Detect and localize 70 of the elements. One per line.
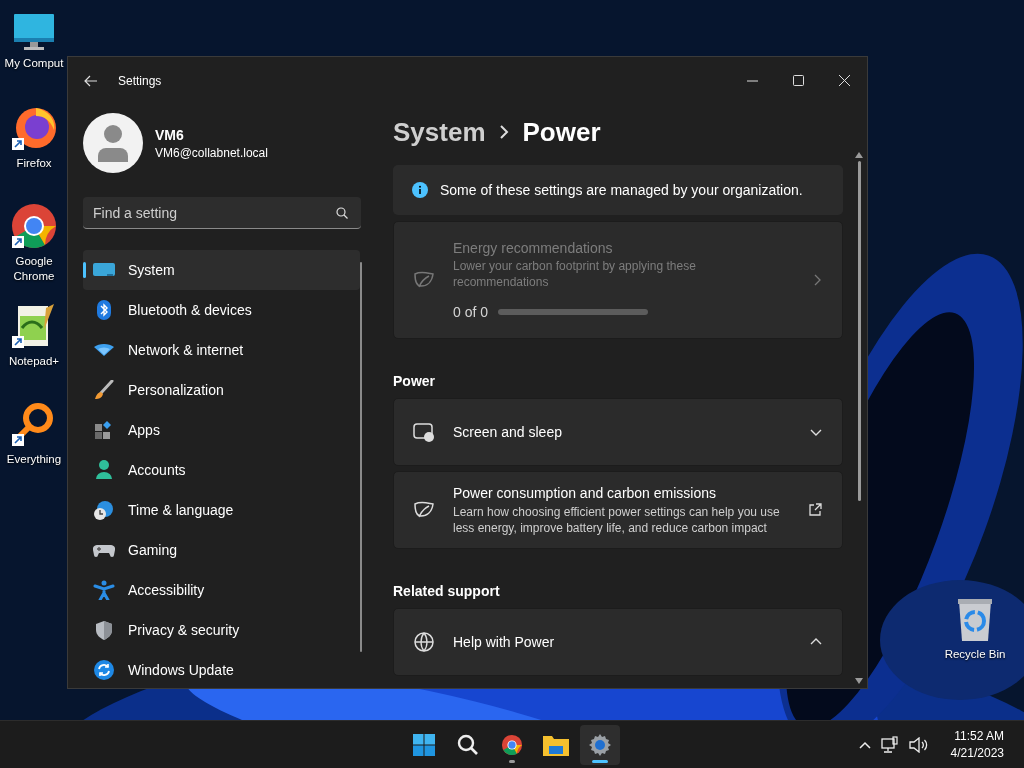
recycle-bin-icon — [955, 597, 995, 643]
desktop-icon-label[interactable]: Recycle Bin — [944, 647, 1006, 662]
scrollbar[interactable] — [360, 262, 362, 652]
user-name: VM6 — [155, 126, 185, 143]
close-icon — [838, 75, 850, 86]
nav-item[interactable]: Bluetooth & devices — [83, 290, 360, 330]
desktop-icon-label[interactable]: My Comput — [4, 56, 64, 71]
chevron-right-icon — [499, 125, 509, 139]
section-heading: Power — [393, 373, 436, 389]
clock-time: 11:52 AM — [954, 729, 1004, 743]
shield-icon — [93, 620, 115, 640]
search-field[interactable]: Find a setting — [83, 197, 361, 229]
desktop-icon-label[interactable]: Everything — [6, 452, 62, 467]
folder-icon[interactable] — [543, 733, 569, 756]
paintbrush-icon — [93, 380, 115, 400]
desktop-icon-label[interactable]: Firefox — [16, 156, 52, 171]
minimize-icon — [746, 79, 758, 82]
nav-item[interactable]: System — [83, 250, 360, 290]
nav-item[interactable]: Gaming — [83, 530, 360, 570]
clock-date: 4/21/2023 — [950, 746, 1004, 760]
screen-sleep-icon — [413, 421, 435, 443]
taskbar-button[interactable] — [580, 724, 620, 765]
info-icon — [412, 182, 428, 198]
desktop-icon-label[interactable]: Notepad+ — [8, 354, 60, 369]
desktop-icon-label[interactable]: Google Chrome — [2, 254, 66, 284]
start-icon[interactable] — [413, 733, 435, 756]
nav-item[interactable]: Personalization — [83, 370, 360, 410]
chevron-up-icon[interactable] — [858, 740, 871, 749]
card-title: Help with Power — [453, 634, 556, 650]
banner-text: Some of these settings are managed by your organization. — [440, 182, 803, 198]
monitor-icon — [12, 12, 56, 52]
gear-icon[interactable] — [589, 733, 611, 756]
search-icon — [336, 207, 348, 219]
setting-card[interactable]: Help with Power — [393, 608, 843, 676]
clock[interactable]: 11:52 AM 4/21/2023 — [950, 729, 1004, 760]
browser-icon[interactable] — [501, 733, 523, 756]
accessibility-icon — [93, 580, 115, 600]
external-link-icon — [808, 503, 822, 517]
nav-item[interactable]: Privacy & security — [83, 610, 360, 650]
nav-item[interactable]: Network & internet — [83, 330, 360, 370]
page-title: Power — [522, 116, 601, 148]
clock-icon — [93, 500, 115, 520]
section-heading: Related support — [393, 583, 501, 599]
breadcrumb-link[interactable]: System — [393, 116, 486, 148]
setting-card[interactable]: Power consumption and carbon emissions Learn how choosing efficient power settings can help you use less energy, improve battery life, and reduce carbon impact — [393, 471, 843, 549]
setting-card[interactable]: Screen and sleep — [393, 398, 843, 466]
card-description: Learn how choosing efficient power settings can help you use less energy, improve battery life, and reduce carbon impact — [453, 503, 781, 536]
person-icon — [93, 460, 115, 480]
network-icon[interactable] — [880, 735, 899, 754]
progress-text: 0 of 0 — [453, 304, 489, 320]
card-title: Screen and sleep — [453, 424, 563, 440]
maximize-icon — [792, 75, 804, 86]
card-description: Lower your carbon footprint by applying these recommendations — [453, 258, 697, 290]
nav-item[interactable]: Time & language — [83, 490, 360, 530]
nav-item[interactable]: Accessibility — [83, 570, 360, 610]
nav-item[interactable]: Apps — [83, 410, 360, 450]
window-title: Settings — [118, 73, 162, 88]
chevron-right-icon — [814, 274, 822, 286]
browser-icon — [10, 202, 58, 250]
globe-icon — [413, 631, 435, 653]
card-title: Energy recommendations — [453, 240, 614, 256]
search-icon[interactable] — [457, 733, 479, 756]
nav-item[interactable]: Accounts — [83, 450, 360, 490]
nav-item[interactable]: Windows Update — [83, 650, 360, 688]
user-email: VM6@collabnet.local — [155, 145, 268, 160]
person-silhouette-icon — [97, 124, 129, 162]
back-arrow-icon — [84, 74, 98, 87]
update-icon — [93, 660, 115, 680]
speaker-icon[interactable] — [908, 736, 929, 753]
card-title: Power consumption and carbon emissions — [453, 484, 718, 501]
